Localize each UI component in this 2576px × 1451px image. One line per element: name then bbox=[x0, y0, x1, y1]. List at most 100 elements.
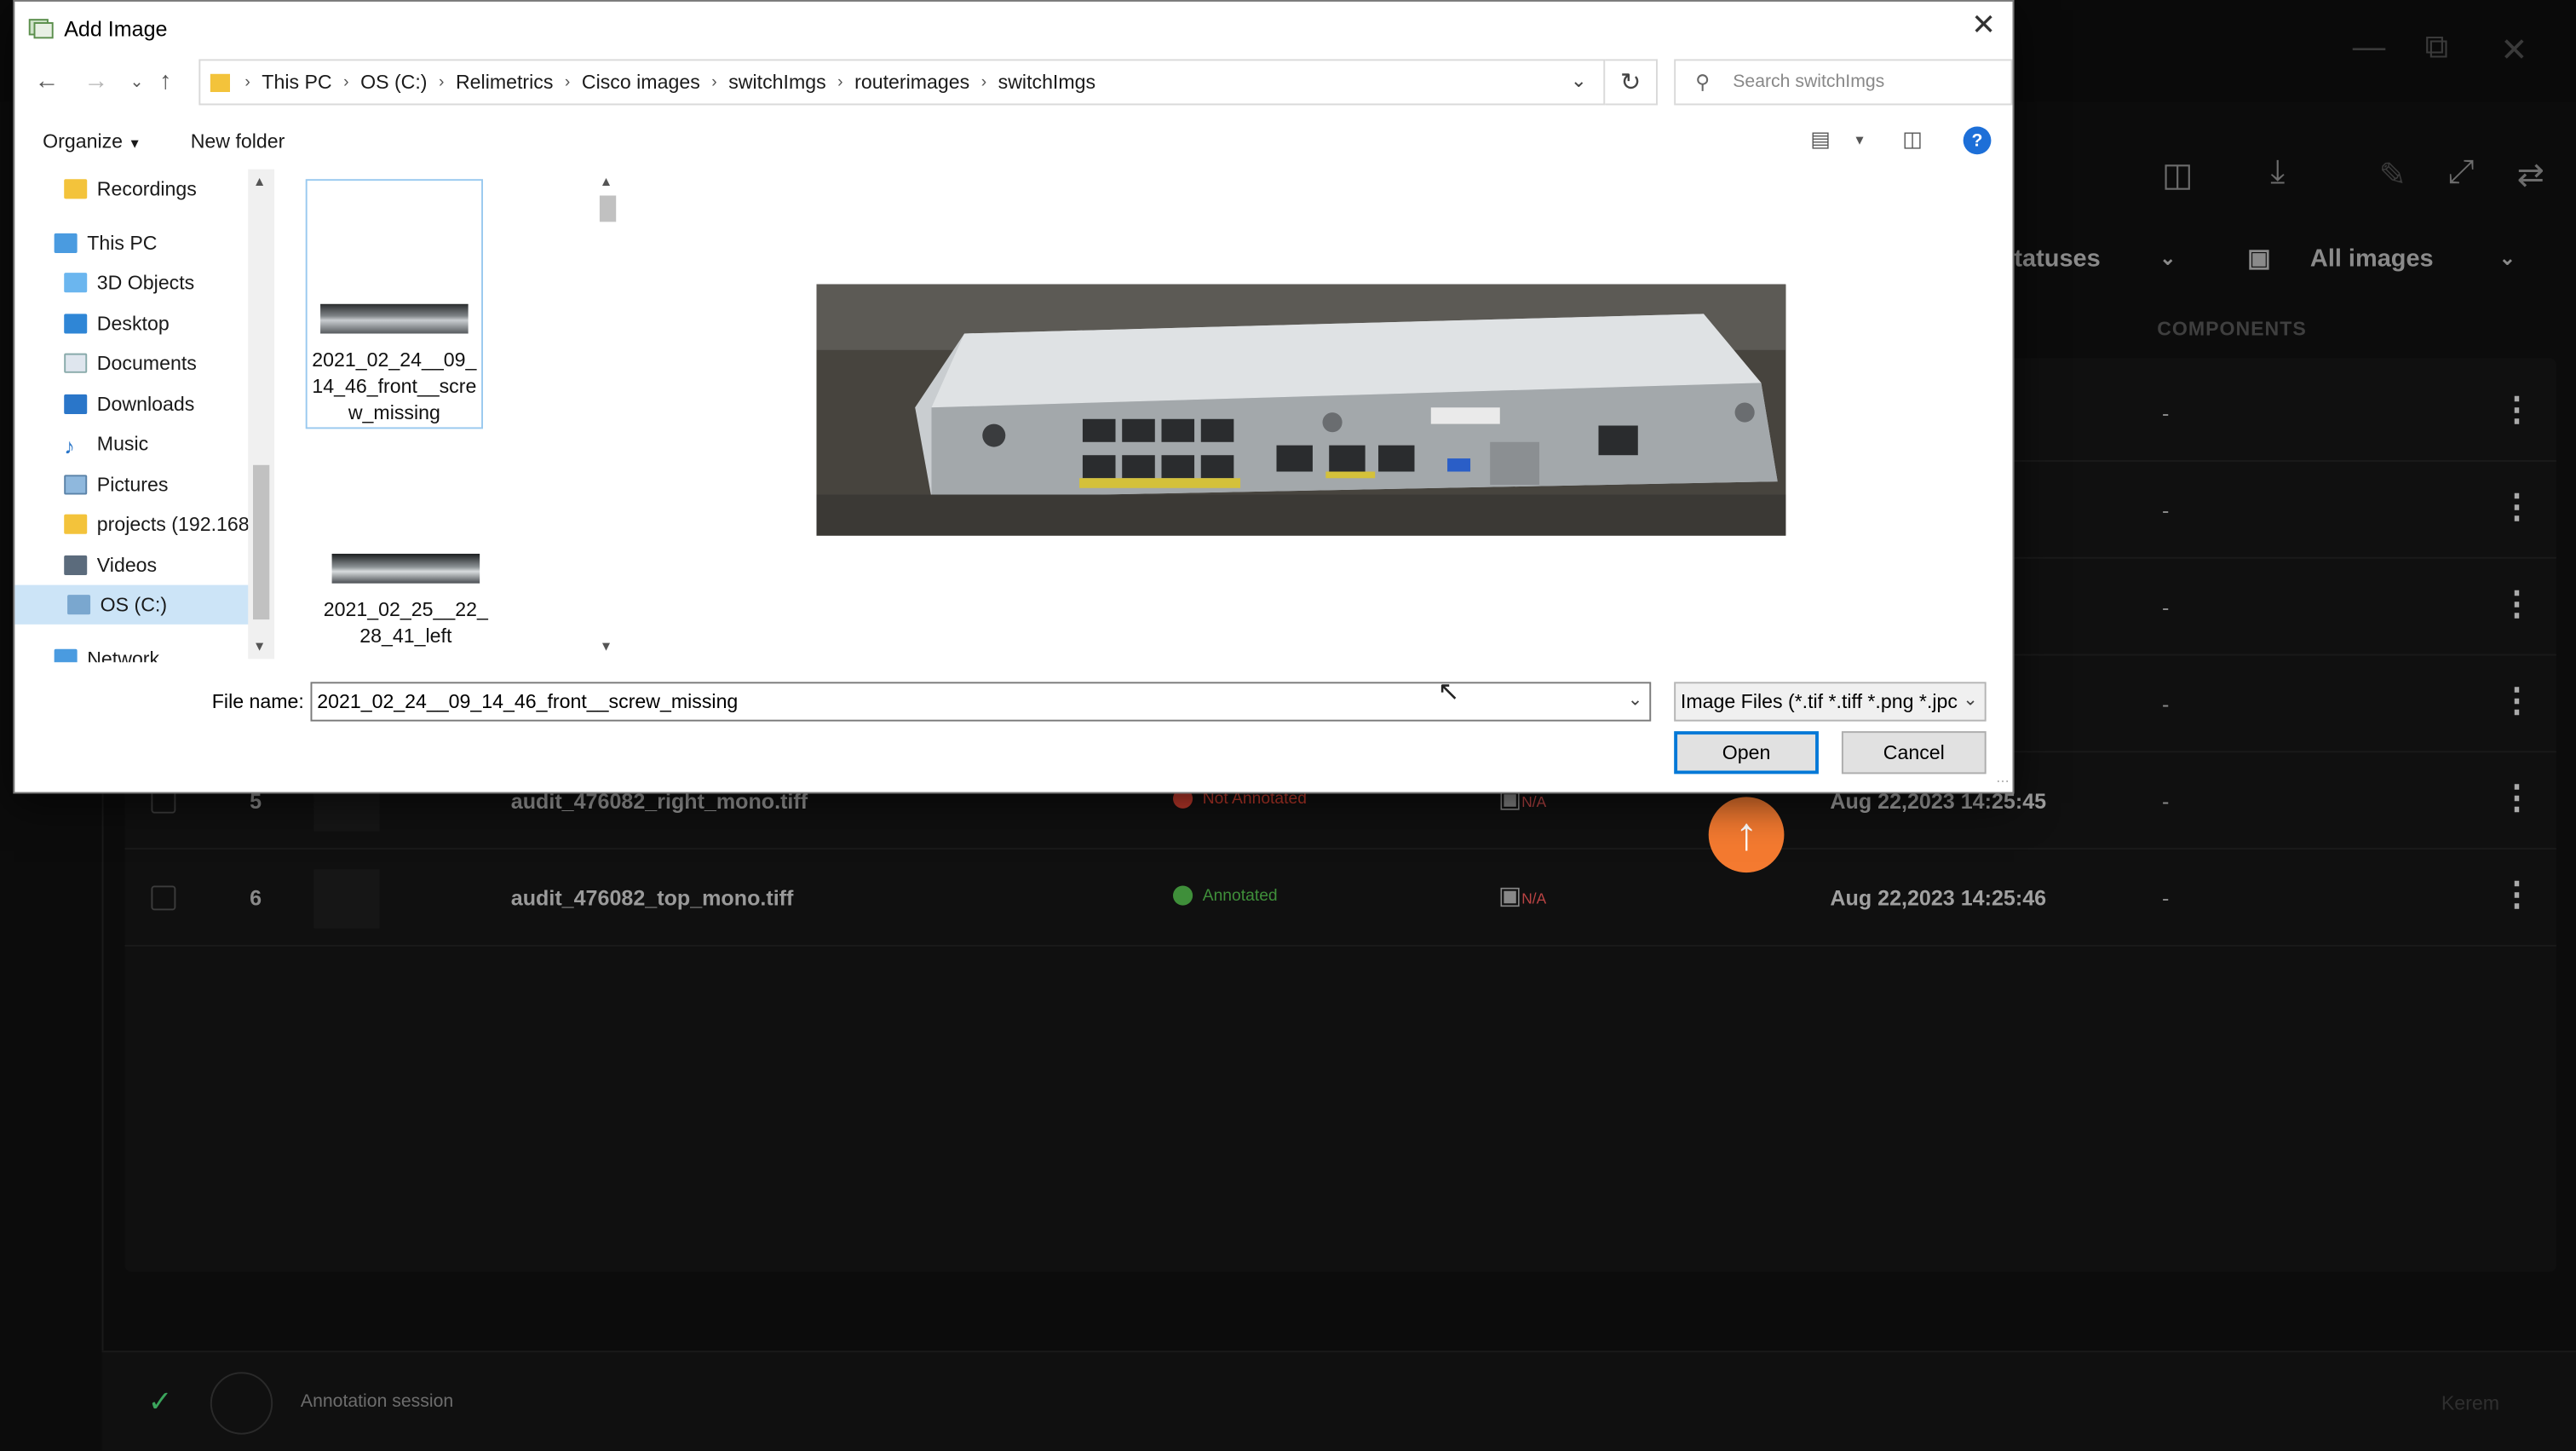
nav-item-pictures[interactable]: Pictures bbox=[64, 465, 168, 504]
row-components: - bbox=[2161, 885, 2170, 911]
chevron-down-icon: ⌄ bbox=[2159, 246, 2176, 270]
preview-pane-icon[interactable]: ◫ bbox=[1902, 126, 1923, 153]
status-filter[interactable]: tatuses ⌄ bbox=[2014, 230, 2211, 286]
scroll-thumb[interactable] bbox=[599, 195, 617, 222]
nav-item-3d-objects[interactable]: 3D Objects bbox=[64, 263, 194, 302]
breadcrumb-switchimgs[interactable]: switchImgs bbox=[728, 71, 825, 94]
separator-icon: › bbox=[564, 72, 571, 92]
new-folder-button[interactable]: New folder bbox=[191, 130, 285, 153]
breadcrumb-relimetrics[interactable]: Relimetrics bbox=[456, 71, 553, 94]
nav-scrollbar[interactable]: ▲ ▼ bbox=[248, 169, 275, 659]
scroll-thumb[interactable] bbox=[252, 464, 270, 620]
view-icon[interactable]: ▤ bbox=[1810, 126, 1831, 153]
nav-item-label: Documents bbox=[96, 351, 197, 375]
row-menu-icon[interactable]: ⋮ bbox=[2500, 487, 2533, 527]
avatar[interactable] bbox=[210, 1372, 273, 1435]
download-arrow-icon bbox=[64, 394, 88, 414]
chevron-down-icon: ⌄ bbox=[2498, 246, 2516, 270]
nav-item-projects[interactable]: projects (192.168 bbox=[64, 504, 250, 544]
cube-icon bbox=[64, 273, 88, 293]
row-components: - bbox=[2161, 498, 2170, 523]
nav-item-downloads[interactable]: Downloads bbox=[64, 384, 194, 423]
image-filter[interactable]: ▣ All images ⌄ bbox=[2247, 230, 2543, 286]
network-icon bbox=[54, 648, 78, 663]
upload-button[interactable]: ↑ bbox=[1708, 797, 1785, 873]
session-label: Annotation session bbox=[300, 1391, 454, 1412]
router-preview-image bbox=[816, 284, 1786, 536]
collapse-icon[interactable]: ⇄ bbox=[2517, 154, 2544, 195]
cancel-button[interactable]: Cancel bbox=[1841, 731, 1987, 774]
check-circle-icon: ✓ bbox=[147, 1385, 173, 1419]
resize-grip-icon[interactable]: ⋯ bbox=[1996, 774, 2009, 788]
breadcrumb-this-pc[interactable]: This PC bbox=[262, 71, 331, 94]
organize-label: Organize bbox=[43, 130, 124, 153]
nav-item-videos[interactable]: Videos bbox=[64, 545, 157, 584]
music-note-icon: ♪ bbox=[64, 434, 75, 459]
nav-item-documents[interactable]: Documents bbox=[64, 343, 197, 383]
expand-icon[interactable]: ⤢ bbox=[2448, 154, 2475, 192]
nav-item-recordings[interactable]: Recordings bbox=[64, 170, 197, 209]
breadcrumb-cisco-images[interactable]: Cisco images bbox=[582, 71, 700, 94]
row-menu-icon[interactable]: ⋮ bbox=[2500, 777, 2533, 818]
back-icon[interactable]: ← bbox=[34, 67, 59, 95]
close-app-icon[interactable]: ✕ bbox=[2500, 30, 2527, 71]
organize-button[interactable]: Organize ▼ bbox=[43, 130, 141, 153]
add-image-dialog: Add Image ✕ ← → ⌄ ↑ › This PC › OS (C:) … bbox=[13, 0, 2015, 794]
caret-down-icon[interactable]: ▼ bbox=[1853, 133, 1866, 147]
download-icon[interactable]: ⤓ bbox=[2270, 154, 2285, 192]
scroll-down-icon[interactable]: ▼ bbox=[253, 639, 266, 654]
open-button[interactable]: Open bbox=[1674, 731, 1819, 774]
file-name-line: 28_41_left bbox=[359, 624, 452, 648]
row-thumbnail bbox=[313, 869, 380, 929]
nav-item-os-c[interactable]: OS (C:) bbox=[14, 584, 262, 625]
recent-locations-icon[interactable]: ⌄ bbox=[129, 74, 143, 92]
nav-item-desktop[interactable]: Desktop bbox=[64, 304, 170, 343]
refresh-button[interactable]: ↻ bbox=[1605, 59, 1658, 106]
row-checkbox[interactable] bbox=[151, 885, 176, 911]
bottom-bar bbox=[101, 1350, 2576, 1451]
nav-item-music[interactable]: ♪ Music bbox=[64, 424, 148, 464]
nav-item-label: This PC bbox=[87, 231, 158, 255]
image-stack-icon[interactable]: ◫ bbox=[2162, 154, 2193, 195]
breadcrumb-routerimages[interactable]: routerimages bbox=[854, 71, 969, 94]
file-item[interactable]: 2021_02_25__22_ 28_41_left bbox=[317, 553, 494, 656]
row-date: Aug 22,2023 14:25:46 bbox=[1830, 885, 2047, 911]
file-thumbnail bbox=[320, 303, 469, 334]
scroll-up-icon[interactable]: ▲ bbox=[253, 174, 266, 188]
row-menu-icon[interactable]: ⋮ bbox=[2500, 874, 2533, 915]
help-icon[interactable]: ? bbox=[1963, 126, 1992, 155]
image-na-label: N/A bbox=[1521, 793, 1547, 810]
image-icon: ▣ bbox=[1498, 882, 1522, 911]
chevron-down-icon[interactable]: ⌄ bbox=[1628, 688, 1643, 710]
status-filter-label: tatuses bbox=[2014, 244, 2101, 273]
restore-icon[interactable]: ⧉ bbox=[2425, 30, 2449, 67]
nav-item-label: Downloads bbox=[96, 392, 195, 416]
separator-icon: › bbox=[439, 72, 445, 92]
preview-pane bbox=[635, 169, 2013, 659]
forward-icon[interactable]: → bbox=[83, 67, 108, 95]
nav-item-this-pc[interactable]: This PC bbox=[54, 223, 158, 262]
row-file-name: audit_476082_top_mono.tiff bbox=[510, 885, 794, 911]
scroll-down-icon[interactable]: ▼ bbox=[600, 639, 612, 654]
scroll-up-icon[interactable]: ▲ bbox=[600, 174, 612, 188]
nav-item-network[interactable]: Network bbox=[54, 639, 159, 663]
caret-down-icon: ▼ bbox=[128, 136, 141, 152]
breadcrumb-switchimgs-current[interactable]: switchImgs bbox=[998, 71, 1095, 94]
user-name: Kerem bbox=[2441, 1391, 2500, 1415]
row-menu-icon[interactable]: ⋮ bbox=[2500, 584, 2533, 625]
row-menu-icon[interactable]: ⋮ bbox=[2500, 389, 2533, 430]
search-box[interactable]: ⚲ Search switchImgs bbox=[1674, 59, 2013, 106]
chevron-down-icon[interactable]: ⌄ bbox=[1571, 69, 1587, 92]
minimize-icon[interactable]: — bbox=[2353, 30, 2386, 67]
row-menu-icon[interactable]: ⋮ bbox=[2500, 680, 2533, 721]
address-bar[interactable]: › This PC › OS (C:) › Relimetrics › Cisc… bbox=[198, 59, 1606, 106]
files-scrollbar[interactable]: ▲ ▼ bbox=[595, 169, 621, 659]
file-item-selected[interactable]: 2021_02_24__09_ 14_46_front__scre w_miss… bbox=[305, 179, 483, 429]
close-icon[interactable]: ✕ bbox=[1971, 9, 1996, 43]
up-icon[interactable]: ↑ bbox=[159, 67, 171, 95]
edit-icon[interactable]: ✎ bbox=[2379, 154, 2406, 195]
breadcrumb-os-c[interactable]: OS (C:) bbox=[360, 71, 427, 94]
table-row[interactable]: 6 audit_476082_top_mono.tiff Annotated ▣N/A… bbox=[124, 851, 2556, 947]
dialog-title-bar: Add Image ✕ bbox=[14, 2, 2012, 55]
file-type-select[interactable]: Image Files (*.tif *.tiff *.png *.jpc ⌄ bbox=[1674, 682, 1987, 722]
